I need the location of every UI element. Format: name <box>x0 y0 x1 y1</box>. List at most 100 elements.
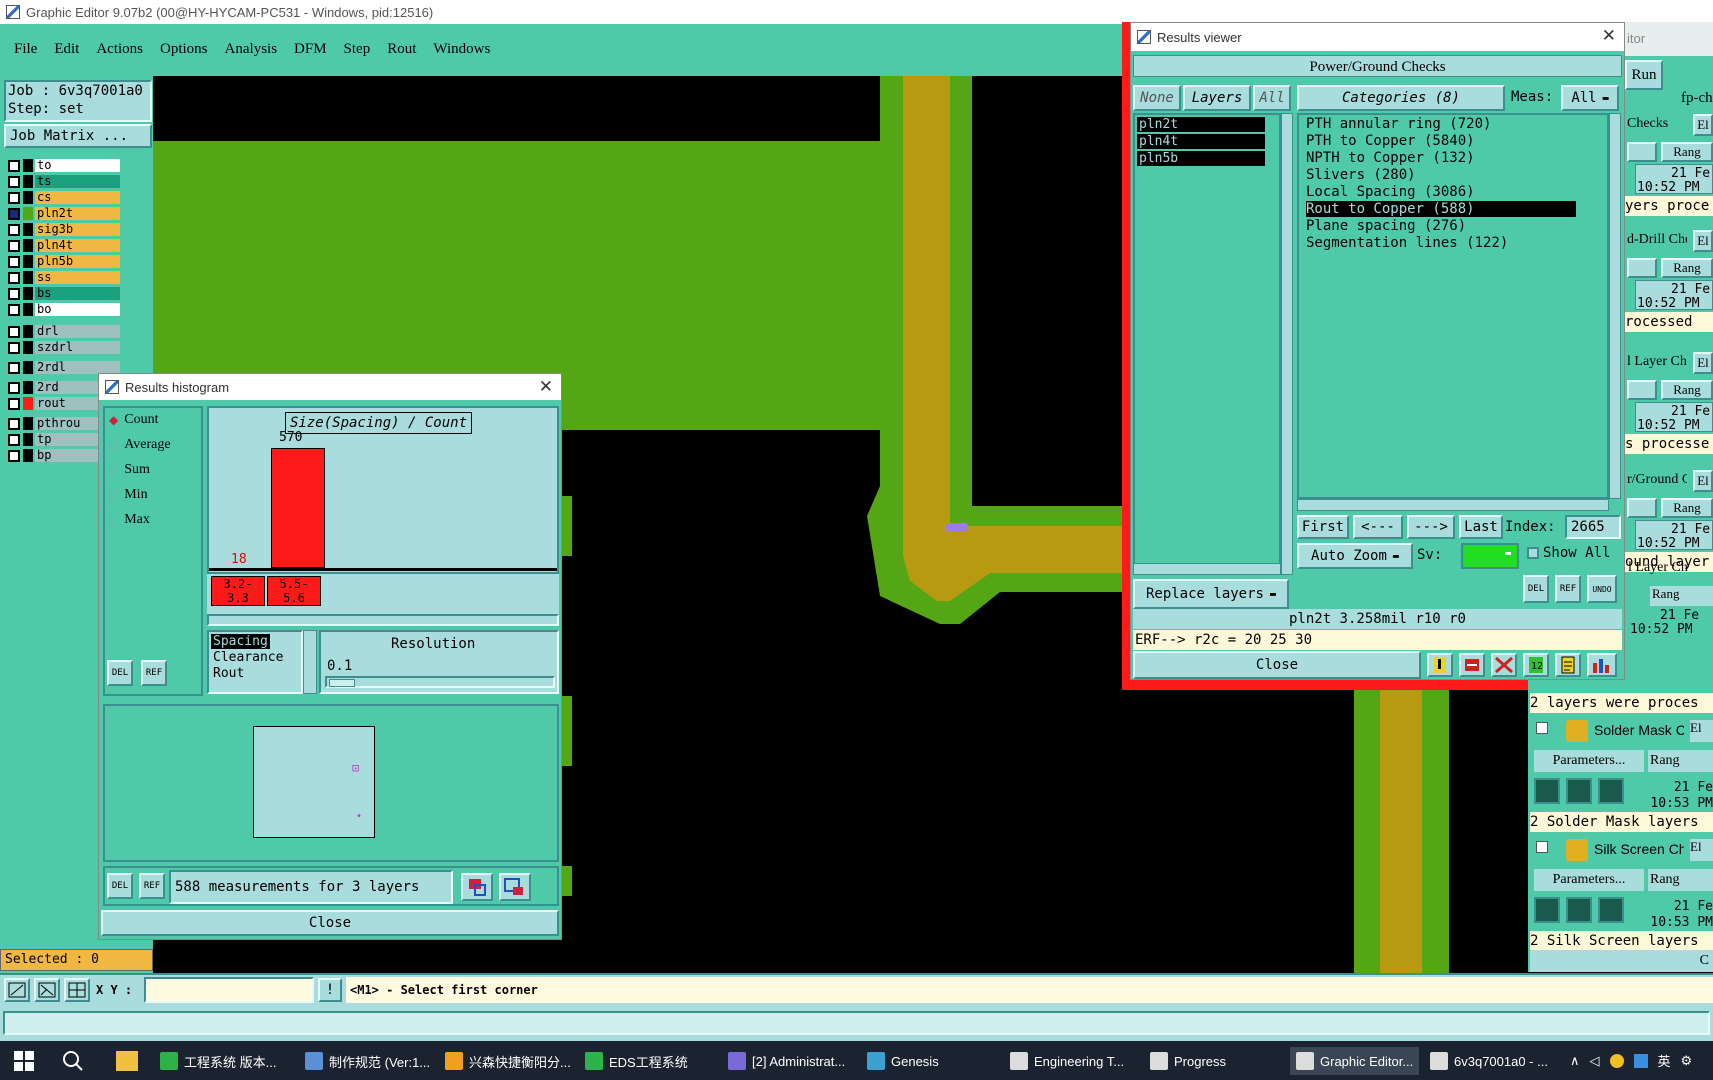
footer-del-button[interactable]: DEL <box>107 873 133 899</box>
layer-checkbox[interactable] <box>8 175 20 188</box>
check-range-button[interactable]: Rang <box>1661 498 1713 518</box>
layer-color-swatch[interactable] <box>23 325 33 338</box>
layer-checkbox[interactable] <box>8 341 20 354</box>
results-layer-pln4t[interactable]: pln4t <box>1137 134 1265 149</box>
taskbar-item[interactable]: EDS工程系统 <box>585 1047 688 1075</box>
run-check-icon[interactable] <box>1598 897 1624 923</box>
run-check-icon[interactable] <box>1534 897 1560 923</box>
layer-checkbox[interactable] <box>8 433 20 446</box>
layer-checkbox[interactable] <box>8 223 20 236</box>
sv-color-dropdown[interactable]: ▬ <box>1461 543 1519 569</box>
layer-checkbox[interactable] <box>8 449 20 462</box>
check-parameters-button[interactable] <box>1627 142 1657 162</box>
file-explorer-icon[interactable] <box>116 1051 138 1071</box>
check-range-button[interactable]: Rang <box>1648 750 1713 772</box>
results-del-button[interactable]: DEL <box>1523 575 1549 603</box>
layer-list-vscroll[interactable] <box>1281 113 1293 575</box>
check-range-button[interactable]: Rang <box>1661 258 1713 278</box>
category-item[interactable]: Slivers (280) <box>1306 167 1416 183</box>
taskbar-item[interactable]: 工程系统 版本... <box>160 1047 276 1075</box>
layer-color-swatch[interactable] <box>23 397 33 410</box>
green-number-icon[interactable]: 12 <box>1523 653 1549 677</box>
taskbar-item[interactable]: 6v3q7001a0 - ... <box>1430 1047 1548 1075</box>
check-el-button[interactable]: El <box>1693 114 1713 136</box>
layer-color-swatch[interactable] <box>23 159 33 172</box>
layer-row-bs[interactable]: bs <box>8 286 120 301</box>
histogram-close-icon[interactable]: ✕ <box>539 377 553 397</box>
histogram-list-scroll[interactable] <box>303 630 317 694</box>
run-check-icon[interactable] <box>1598 778 1624 804</box>
layer-color-swatch[interactable] <box>23 271 33 284</box>
category-item[interactable]: Local Spacing (3086) <box>1306 184 1475 200</box>
menu-file[interactable]: File <box>14 41 37 58</box>
category-item[interactable]: Rout to Copper (588) <box>1306 201 1576 217</box>
preview-board[interactable]: ⊡ • <box>253 726 375 838</box>
check-enabled-checkbox[interactable] <box>1536 722 1548 734</box>
layer-checkbox[interactable] <box>8 303 20 316</box>
replace-layers-button[interactable]: Replace layers ▬ <box>1133 579 1289 609</box>
layer-checkbox[interactable] <box>8 191 20 204</box>
menu-analysis[interactable]: Analysis <box>225 41 278 58</box>
windows-start-icon[interactable] <box>14 1051 34 1071</box>
menu-rout[interactable]: Rout <box>387 41 416 58</box>
taskbar-item[interactable]: 兴森快捷衡阳分... <box>445 1047 571 1075</box>
resolution-slider[interactable] <box>325 676 555 688</box>
measure-tool-icon[interactable] <box>34 978 60 1002</box>
taskbar-item[interactable]: Engineering T... <box>1010 1047 1124 1075</box>
layer-color-swatch[interactable] <box>23 361 33 374</box>
report-icon[interactable] <box>1555 653 1581 677</box>
layer-color-swatch[interactable] <box>23 417 33 430</box>
layer-checkbox[interactable] <box>8 325 20 338</box>
layer-checkbox[interactable] <box>8 239 20 252</box>
check-el-button[interactable]: El <box>1693 230 1713 252</box>
zoom-tool-icon[interactable] <box>4 978 30 1002</box>
histogram-option-sum[interactable]: ◇ Sum <box>109 462 150 478</box>
layer-row-cs[interactable]: cs <box>8 190 120 205</box>
volume-icon[interactable]: ◁ <box>1590 1053 1600 1069</box>
layer-color-swatch[interactable] <box>23 449 33 462</box>
layer-color-swatch[interactable] <box>23 381 33 394</box>
next-button[interactable]: ---> <box>1407 515 1455 539</box>
category-item[interactable]: Plane spacing (276) <box>1306 218 1466 234</box>
check-range-button[interactable]: Rang <box>1661 380 1713 400</box>
check-range-button[interactable]: Rang <box>1648 869 1713 891</box>
layer-row-szdrl[interactable]: szdrl <box>8 340 120 355</box>
layer-checkbox[interactable] <box>8 271 20 284</box>
results-close-button[interactable]: Close <box>1133 651 1421 679</box>
check-parameters-button[interactable]: Parameters... <box>1534 869 1644 891</box>
histogram-option-count[interactable]: ◆ Count <box>109 412 158 428</box>
histogram-zoom-icon[interactable] <box>461 873 493 901</box>
menu-dfm[interactable]: DFM <box>294 41 327 58</box>
network-icon[interactable] <box>1633 1053 1648 1068</box>
bottom-button[interactable]: C <box>1530 950 1713 972</box>
tray-chevron-icon[interactable]: ∧ <box>1570 1053 1580 1069</box>
layer-checkbox[interactable] <box>8 361 20 374</box>
layer-color-swatch[interactable] <box>23 191 33 204</box>
footer-ref-button[interactable]: REF <box>139 873 165 899</box>
layer-list-hscroll[interactable] <box>1133 563 1281 575</box>
menu-actions[interactable]: Actions <box>96 41 143 58</box>
layer-color-swatch[interactable] <box>23 303 33 316</box>
results-ref-button[interactable]: REF <box>1555 575 1581 603</box>
layer-checkbox[interactable] <box>8 207 20 220</box>
menu-windows[interactable]: Windows <box>433 41 490 58</box>
layer-checkbox[interactable] <box>8 287 20 300</box>
layer-color-swatch[interactable] <box>23 223 33 236</box>
tray-app-icon[interactable] <box>1609 1053 1624 1068</box>
layer-row-pln4t[interactable]: pln4t <box>8 238 120 253</box>
none-button[interactable]: None <box>1133 85 1181 111</box>
check-parameters-button[interactable] <box>1627 380 1657 400</box>
layer-color-swatch[interactable] <box>23 433 33 446</box>
layer-checkbox[interactable] <box>8 159 20 172</box>
histogram-hscroll[interactable] <box>207 614 559 626</box>
grid-tool-icon[interactable] <box>64 978 90 1002</box>
menu-edit[interactable]: Edit <box>54 41 79 58</box>
histogram-select-icon[interactable] <box>499 873 531 901</box>
run-button[interactable]: Run <box>1625 60 1663 90</box>
show-all-checkbox[interactable] <box>1527 547 1539 559</box>
meas-dropdown[interactable]: All ▬ <box>1561 85 1619 111</box>
histogram-option-average[interactable]: ◇ Average <box>109 437 171 453</box>
category-item[interactable]: PTH annular ring (720) <box>1306 116 1491 132</box>
layer-row-bo[interactable]: bo <box>8 302 120 317</box>
check-el-button[interactable]: El <box>1693 352 1713 374</box>
